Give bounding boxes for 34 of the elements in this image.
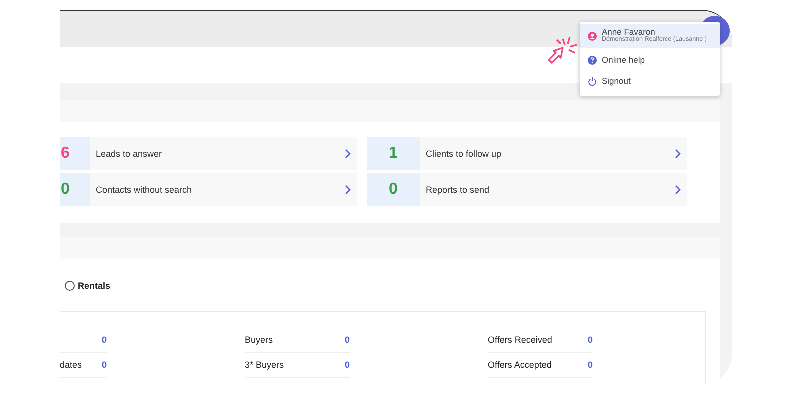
chevron-right-icon xyxy=(345,148,351,158)
stat-value: 0 xyxy=(588,335,593,345)
stat-value: 0 xyxy=(588,360,593,370)
menu-item[interactable]: Online help xyxy=(580,50,720,71)
help-icon xyxy=(588,56,597,65)
radio-label: Rentals xyxy=(78,281,111,291)
task-count: 0 xyxy=(60,173,90,206)
stat-value: 0 xyxy=(102,360,107,370)
stat-label: 3* Buyers xyxy=(245,360,284,370)
chevron-right-icon xyxy=(675,148,681,158)
task-row[interactable]: 6 Leads to answer xyxy=(60,137,357,170)
stat-value: 0 xyxy=(344,360,350,370)
task-label: Contacts without search xyxy=(95,184,194,194)
menu-item[interactable]: Signout xyxy=(580,71,720,92)
task-label: Clients to follow up xyxy=(425,148,503,158)
task-label: Reports to send xyxy=(425,184,491,194)
stat-label: Offers Accepted xyxy=(488,360,552,370)
task-count: 6 xyxy=(60,137,90,170)
task-count: 1 xyxy=(367,137,420,170)
chevron-right-icon xyxy=(345,184,351,194)
stat-label: Buyers xyxy=(245,335,274,345)
task-count: 0 xyxy=(367,173,420,206)
stat-value: 0 xyxy=(344,335,350,345)
power-icon xyxy=(588,77,597,86)
task-label: Leads to answer xyxy=(95,148,164,158)
task-row[interactable]: 0 Contacts without search xyxy=(60,173,357,206)
stat-value: 0 xyxy=(102,335,107,345)
user-icon xyxy=(588,32,597,40)
task-row[interactable]: 0 Reports to send xyxy=(367,173,687,206)
chevron-right-icon xyxy=(675,184,681,194)
radio-button[interactable] xyxy=(65,281,75,291)
stat-label: dates xyxy=(60,360,82,370)
stat-label: Offers Received xyxy=(488,335,552,345)
task-row[interactable]: 1 Clients to follow up xyxy=(367,137,687,170)
